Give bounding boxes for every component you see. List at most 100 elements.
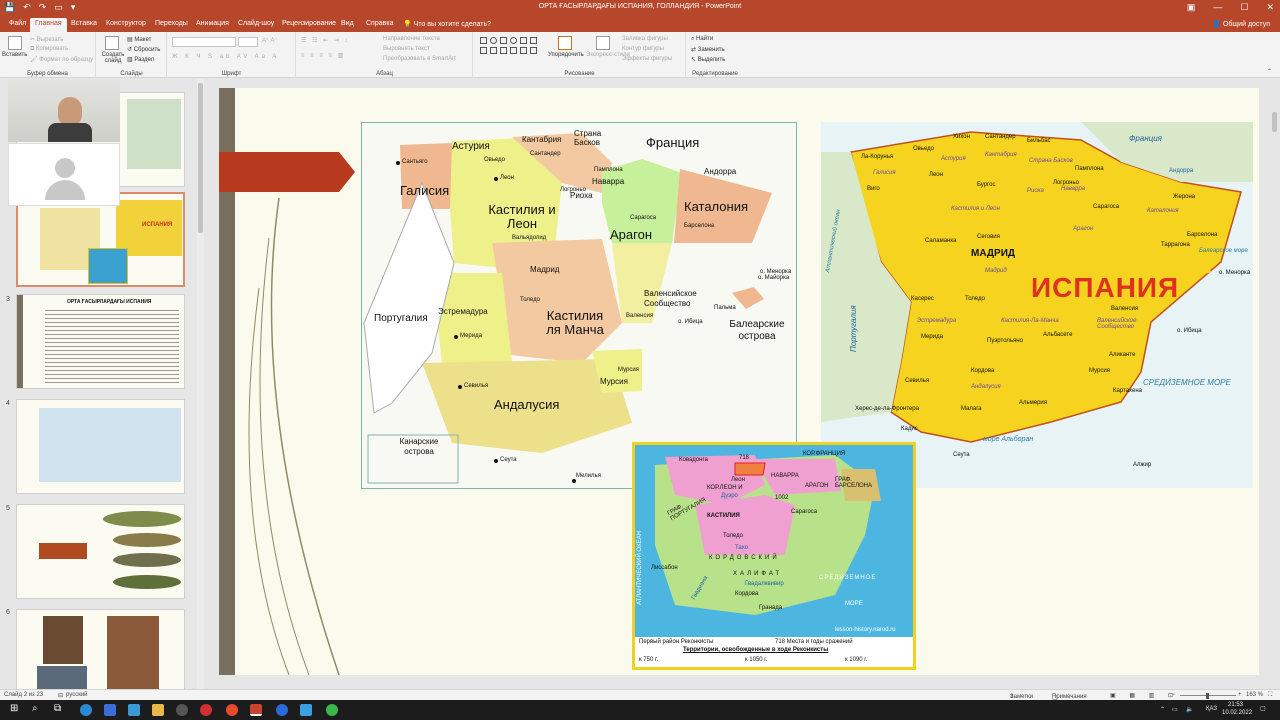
- tab-file[interactable]: Файл: [4, 18, 31, 32]
- tell-me-search[interactable]: 💡 Что вы хотите сделать?: [398, 18, 496, 32]
- thumbnail-slide-4[interactable]: [16, 399, 185, 494]
- align-buttons[interactable]: ≡ ≡ ≡ ≡ ▥: [301, 52, 345, 59]
- copy-icon: ⧉: [30, 46, 35, 52]
- paste-button[interactable]: Вставить: [2, 52, 27, 58]
- editing-group: ⌕ Найти ⇄ Заменить ↖ Выделить Редактиров…: [691, 36, 738, 77]
- thumb5-box: [39, 543, 87, 559]
- clock-time[interactable]: 21:53: [1228, 702, 1243, 708]
- select-button[interactable]: ↖ Выделить: [691, 56, 725, 63]
- align-text-button[interactable]: Выровнять текст: [383, 46, 430, 52]
- zoom-out-icon[interactable]: −: [1172, 692, 1176, 698]
- obs-icon[interactable]: [176, 704, 188, 716]
- slide-canvas[interactable]: Астурия Кантабрия Страна Басков Франция …: [219, 88, 1259, 675]
- shape-outline-button[interactable]: Контур фигуры: [622, 46, 664, 52]
- edge-icon[interactable]: [80, 704, 92, 716]
- smartart-button[interactable]: Преобразовать в SmartArt: [383, 56, 456, 62]
- editor-scrollbar[interactable]: [1271, 106, 1278, 660]
- layout-button[interactable]: ▤ Макет: [127, 36, 151, 43]
- text-direction-button[interactable]: Направление текста: [383, 36, 440, 42]
- brace-shape-icon[interactable]: [510, 47, 517, 54]
- input-language[interactable]: ҚАЗ: [1206, 706, 1217, 712]
- font-name-input[interactable]: [172, 37, 236, 47]
- maximize-icon[interactable]: ☐: [1240, 2, 1248, 13]
- font-grow-icon[interactable]: A⁺ A⁻: [262, 37, 278, 44]
- zoom-in-icon[interactable]: +: [1238, 692, 1242, 698]
- find-button[interactable]: ⌕ Найти: [691, 36, 713, 43]
- rectangle-shape-icon[interactable]: [480, 37, 487, 44]
- opera-icon[interactable]: [200, 704, 212, 716]
- copy-button[interactable]: ⧉ Копировать: [30, 46, 68, 53]
- chrome-icon[interactable]: [226, 704, 238, 716]
- new-slide-button[interactable]: Создать слайд: [99, 52, 127, 64]
- quick-styles-icon[interactable]: [596, 36, 610, 50]
- close-icon[interactable]: ✕: [1266, 2, 1274, 13]
- star-shape-icon[interactable]: [520, 47, 527, 54]
- arrange-icon[interactable]: [558, 36, 572, 50]
- tab-view[interactable]: Вид: [336, 18, 359, 32]
- oval-shape-icon[interactable]: [490, 37, 497, 44]
- circle-shape-icon[interactable]: [510, 37, 517, 44]
- tab-review[interactable]: Рецензирование: [277, 18, 341, 32]
- clock-date[interactable]: 10.02.2022: [1222, 710, 1252, 716]
- minimize-icon[interactable]: —: [1213, 2, 1222, 13]
- app-icon[interactable]: [104, 704, 116, 716]
- zoom-level[interactable]: 163 %: [1246, 692, 1263, 698]
- tab-design[interactable]: Конструктор: [101, 18, 151, 32]
- legend-battles: 718 Места и годы сражений: [775, 639, 853, 645]
- spellcheck-icon[interactable]: ⊟: [58, 692, 63, 699]
- textbox-shape-icon[interactable]: [530, 37, 537, 44]
- collapse-ribbon-icon[interactable]: ⌃: [1267, 68, 1272, 75]
- fit-slide-icon[interactable]: ⛶: [1268, 692, 1272, 699]
- app2-icon[interactable]: [128, 704, 140, 716]
- new-slide-icon[interactable]: [105, 36, 119, 50]
- tray-arrow-icon[interactable]: ⌃: [1160, 706, 1165, 713]
- rectangle2-shape-icon[interactable]: [500, 37, 507, 44]
- whatsapp-icon[interactable]: [326, 704, 338, 716]
- thumb3-text-lines: [45, 307, 179, 385]
- network-icon[interactable]: ▭: [1172, 706, 1178, 713]
- replace-button[interactable]: ⇄ Заменить: [691, 46, 725, 53]
- telegram-icon[interactable]: [300, 704, 312, 716]
- powerpoint-icon[interactable]: [250, 704, 262, 716]
- start-icon[interactable]: ⊞: [10, 703, 22, 715]
- list-buttons[interactable]: ☰ ☷ ⇤ ⇥ ↕: [301, 37, 349, 44]
- search-taskbar-icon[interactable]: ⌕: [32, 703, 44, 715]
- zoom-app-icon[interactable]: [276, 704, 288, 716]
- more-shapes-icon[interactable]: [530, 47, 537, 54]
- paste-icon[interactable]: [8, 36, 22, 50]
- webcam-avatar: [8, 143, 120, 206]
- task-view-icon[interactable]: ⧉: [54, 703, 66, 715]
- thumbnail-slide-6[interactable]: [16, 609, 185, 689]
- view-buttons[interactable]: ▣ ▦ ▥ ⊡: [1110, 692, 1179, 699]
- thumbnail-slide-2[interactable]: ИСПАНИЯ: [16, 192, 185, 287]
- ribbon-options-icon[interactable]: ▣: [1187, 2, 1196, 13]
- thumbnail-slide-3[interactable]: ОРТА ҒАСЫРЛАРДАҒЫ ИСПАНИЯ: [16, 294, 185, 389]
- format-painter-button[interactable]: 🖌 Формат по образцу: [30, 56, 93, 63]
- arrange-button[interactable]: Упорядочить: [548, 52, 584, 58]
- file-explorer-icon[interactable]: [152, 704, 164, 716]
- reset-button[interactable]: ↺ Сбросить: [127, 46, 160, 53]
- thumbnail-slide-5[interactable]: [16, 504, 185, 599]
- line-shape-icon[interactable]: [480, 47, 487, 54]
- volume-icon[interactable]: 🔈: [1186, 706, 1193, 713]
- section-button[interactable]: ▥ Раздел: [127, 56, 154, 63]
- tab-insert[interactable]: Вставка: [66, 18, 102, 32]
- tab-slideshow[interactable]: Слайд-шоу: [233, 18, 279, 32]
- font-size-input[interactable]: [238, 37, 258, 47]
- tab-help[interactable]: Справка: [361, 18, 398, 32]
- square-shape-icon[interactable]: [520, 37, 527, 44]
- cut-button[interactable]: ✂ Вырезать: [30, 36, 63, 43]
- language-indicator[interactable]: русский: [66, 692, 88, 698]
- share-button[interactable]: 👤 Общий доступ: [1212, 20, 1270, 28]
- thumbnails-scrollbar[interactable]: [197, 79, 204, 689]
- tab-transitions[interactable]: Переходы: [150, 18, 193, 32]
- shape-effects-button[interactable]: Эффекты фигуры: [622, 56, 672, 62]
- tab-home[interactable]: Главная: [30, 18, 67, 32]
- notifications-icon[interactable]: ▢: [1260, 705, 1266, 712]
- arrow-shape-icon[interactable]: [490, 47, 497, 54]
- zoom-slider-thumb[interactable]: [1206, 693, 1209, 699]
- font-format-buttons[interactable]: Ж К Ч S ab AV Aa A: [172, 54, 279, 60]
- shape-fill-button[interactable]: Заливка фигуры: [622, 36, 668, 42]
- tab-animations[interactable]: Анимация: [191, 18, 234, 32]
- triangle-shape-icon[interactable]: [500, 47, 507, 54]
